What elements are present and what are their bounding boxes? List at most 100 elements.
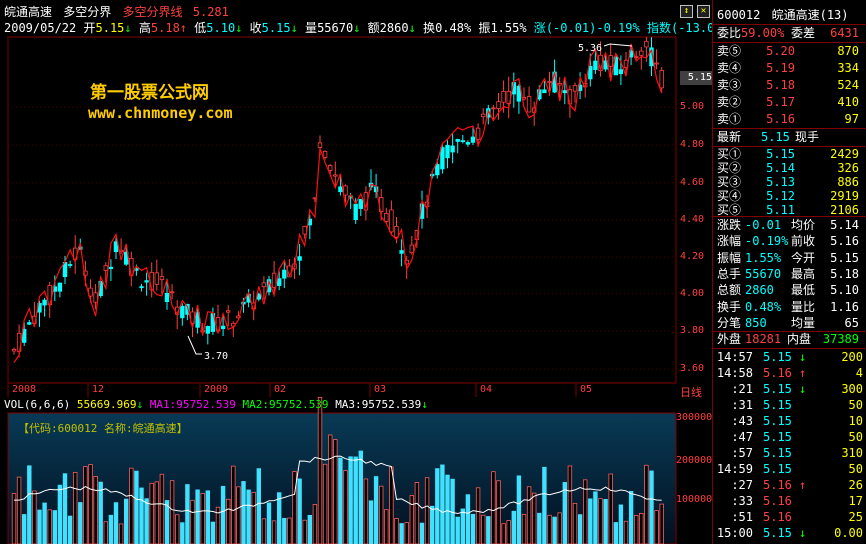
tick-direction: ↑ [799, 366, 807, 380]
tick-price: 5.16 [763, 494, 792, 508]
indicator-name[interactable]: 多空分界 [63, 5, 111, 19]
tick-row: 14:59 5.15 50 [715, 461, 865, 477]
outer-inner-row: 外盘 18281 内盘 37389 [717, 331, 863, 348]
price-tick: 3.60 [680, 363, 705, 374]
volume-bar [139, 487, 144, 544]
volume-bar [455, 516, 460, 544]
volume-bar [16, 476, 22, 544]
volume-bar [634, 515, 639, 544]
tick-row: :47 5.15 50 [715, 429, 865, 445]
volume-bar [501, 523, 506, 544]
candle-body [639, 50, 644, 56]
ask-row: 卖① 5.16 97 [717, 111, 863, 128]
volume-bar [516, 475, 522, 544]
volume-bar [154, 481, 159, 544]
volume-bar [557, 512, 562, 544]
amplitude-label: 振 [478, 21, 491, 35]
tick-row: 14:57 5.15 ↓ 200 [715, 349, 865, 365]
candle-body [389, 209, 394, 233]
stat-value-2: 5.14 [830, 218, 859, 232]
volume-tick: 300000 [676, 412, 713, 423]
volume-bar [287, 517, 292, 544]
candle-body [618, 69, 624, 75]
candle-body [103, 265, 108, 271]
candle-body [164, 292, 170, 302]
low-annotation: 3.70 [204, 351, 228, 362]
ask-price: 5.18 [766, 78, 795, 92]
volume-bar [292, 471, 297, 544]
candle-body [343, 185, 348, 196]
volume-bar [368, 500, 374, 544]
ma2-label: MA2: [242, 398, 269, 411]
candle-body [205, 326, 210, 334]
candle-body [644, 40, 649, 48]
volume-bar [93, 476, 98, 544]
volume-bar [98, 481, 103, 544]
volume-bar [465, 494, 471, 544]
volume-bar [363, 478, 369, 544]
candle-body [409, 244, 414, 254]
stat-label: 换手 [717, 299, 742, 314]
volume-bar [134, 470, 139, 544]
volume-value: 55670 [317, 21, 354, 35]
stat-label-2: 均量 [791, 315, 816, 330]
ask-volume: 870 [837, 44, 859, 58]
candle-body [27, 322, 32, 325]
stat-row: 分笔 850 均量 65 [717, 315, 863, 332]
ask-row: 卖③ 5.18 524 [717, 77, 863, 94]
candle-body [159, 276, 165, 280]
candle-body [654, 62, 659, 65]
tick-time: :27 [731, 478, 753, 492]
stat-label-2: 均价 [791, 218, 816, 232]
inner-value: 37389 [822, 332, 859, 346]
candle-body [445, 144, 450, 159]
tick-price: 5.15 [763, 350, 792, 364]
stat-value: -0.19% [745, 234, 789, 249]
volume-indicator-name[interactable]: VOL(6,6,6) [4, 398, 70, 411]
stock-name[interactable]: 皖通高速 [4, 5, 52, 19]
change-label: 涨 [533, 21, 546, 35]
amount-label: 额 [367, 21, 380, 35]
current-price-tag: 5.15 [680, 71, 712, 85]
volume-bar [32, 490, 37, 544]
candle-body [542, 89, 547, 94]
volume-bar [562, 482, 567, 544]
volume-bar [251, 491, 256, 544]
volume-bar [348, 456, 353, 544]
candle-body [42, 299, 47, 306]
candle-body [67, 264, 73, 266]
stat-label-2: 前收 [791, 234, 816, 249]
candle-body [562, 90, 567, 94]
stat-label-2: 今开 [791, 250, 816, 265]
candle-body [588, 65, 593, 80]
volume-bar [358, 450, 363, 544]
volume-bar [327, 434, 333, 544]
stat-value: -0.01 [745, 218, 782, 232]
volume-bar [429, 505, 435, 544]
tick-price: 5.15 [763, 526, 792, 540]
volume-bar [552, 516, 557, 544]
candle-body [384, 213, 389, 222]
volume-bar [256, 468, 261, 544]
volume-bar [419, 522, 425, 544]
volume-bar [195, 489, 200, 544]
info-bar: 皖通高速 多空分界 多空分界线 5.281 2009/05/22 开5.15↓ … [0, 0, 772, 36]
amplitude-value: 1.55% [490, 21, 527, 35]
tick-time: :33 [731, 494, 753, 508]
tick-time: :57 [731, 446, 753, 460]
stat-row: 换手 0.48% 量比 1.16 [717, 299, 863, 316]
volume-bar [475, 487, 481, 544]
time-tick: 02 [274, 384, 287, 395]
volume-bar [78, 502, 83, 544]
ask-row: 卖④ 5.19 334 [717, 60, 863, 77]
volume-bar [435, 468, 440, 544]
volume-bar [659, 503, 664, 544]
volume-bar [47, 509, 52, 544]
volume-bar [322, 463, 328, 544]
tick-row: 14:58 5.16 ↑ 4 [715, 365, 865, 381]
candle-body [526, 96, 532, 113]
volume-bar [373, 476, 379, 544]
candle-body [353, 203, 358, 221]
candle-body [327, 165, 333, 171]
volume-tick: 100000 [676, 494, 713, 505]
